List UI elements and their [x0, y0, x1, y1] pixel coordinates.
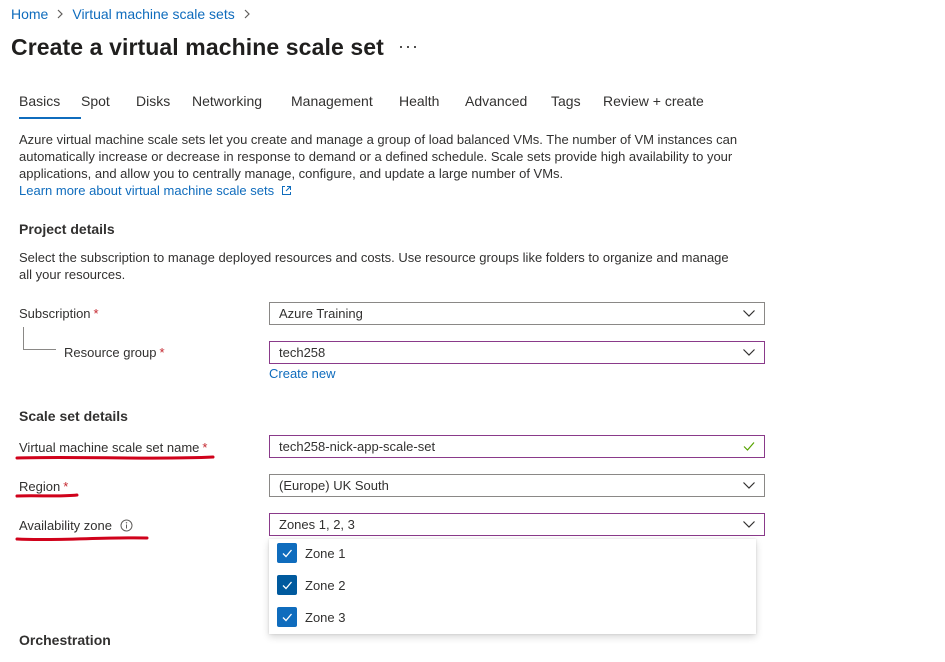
availability-zone-label: Availability zone — [19, 518, 133, 533]
annotation-underline — [15, 536, 149, 542]
project-details-heading: Project details — [19, 221, 115, 237]
region-dropdown[interactable]: (Europe) UK South — [269, 474, 765, 497]
breadcrumb-scale-sets[interactable]: Virtual machine scale sets — [72, 6, 234, 22]
subscription-dropdown[interactable]: Azure Training — [269, 302, 765, 325]
project-details-text: Select the subscription to manage deploy… — [19, 250, 729, 282]
breadcrumb-home[interactable]: Home — [11, 6, 48, 22]
scale-set-name-value: tech258-nick-app-scale-set — [279, 439, 436, 454]
resource-group-dropdown[interactable]: tech258 — [269, 341, 765, 364]
checkbox-checked-icon[interactable] — [277, 543, 297, 563]
tab-networking[interactable]: Networking — [192, 93, 291, 119]
annotation-underline — [15, 455, 215, 460]
zone-option-label: Zone 3 — [305, 609, 346, 625]
tab-advanced[interactable]: Advanced — [465, 93, 551, 119]
more-options-button[interactable]: ··· — [398, 36, 419, 57]
tab-management[interactable]: Management — [291, 93, 399, 119]
zone-option[interactable]: Zone 1 — [277, 542, 345, 564]
tab-tags[interactable]: Tags — [551, 93, 603, 119]
subscription-value: Azure Training — [279, 306, 363, 321]
breadcrumb-separator — [56, 6, 64, 22]
availability-zone-options: Zone 1 Zone 2 Zone 3 — [269, 539, 756, 634]
checkmark-icon — [743, 442, 755, 451]
breadcrumb: Home Virtual machine scale sets — [11, 6, 259, 22]
info-icon[interactable] — [120, 519, 133, 532]
resource-group-label: Resource group * — [64, 345, 165, 360]
scale-set-details-heading: Scale set details — [19, 408, 128, 424]
external-link-icon — [281, 186, 291, 195]
tab-basics[interactable]: Basics — [19, 93, 81, 119]
page-title: Create a virtual machine scale set — [11, 34, 384, 60]
tab-disks[interactable]: Disks — [136, 93, 192, 119]
zone-option[interactable]: Zone 3 — [277, 606, 345, 628]
orchestration-heading: Orchestration — [19, 632, 111, 648]
zone-option-label: Zone 2 — [305, 577, 346, 593]
scale-set-name-input[interactable]: tech258-nick-app-scale-set — [269, 435, 765, 458]
breadcrumb-separator — [243, 6, 251, 22]
chevron-down-icon — [743, 310, 755, 317]
tab-spot[interactable]: Spot — [81, 93, 136, 119]
chevron-down-icon — [743, 521, 755, 528]
checkbox-checked-icon[interactable] — [277, 607, 297, 627]
zone-option[interactable]: Zone 2 — [277, 574, 345, 596]
subscription-label: Subscription * — [19, 306, 99, 321]
required-mark: * — [93, 306, 99, 321]
learn-more-link[interactable]: Learn more about virtual machine scale s… — [19, 183, 292, 198]
checkbox-checked-icon[interactable] — [277, 575, 297, 595]
required-mark: * — [159, 345, 165, 360]
availability-zone-dropdown[interactable]: Zones 1, 2, 3 — [269, 513, 765, 536]
zone-option-label: Zone 1 — [305, 545, 346, 561]
region-value: (Europe) UK South — [279, 478, 389, 493]
resource-group-value: tech258 — [279, 345, 326, 360]
tree-connector — [23, 327, 56, 350]
availability-zone-value: Zones 1, 2, 3 — [279, 517, 355, 532]
tab-bar: Basics Spot Disks Networking Management … — [19, 93, 713, 119]
intro-description: Azure virtual machine scale sets let you… — [19, 131, 739, 199]
create-new-link[interactable]: Create new — [269, 366, 335, 381]
chevron-down-icon — [743, 349, 755, 356]
intro-text: Azure virtual machine scale sets let you… — [19, 132, 738, 181]
chevron-down-icon — [743, 482, 755, 489]
tab-review-create[interactable]: Review + create — [603, 93, 713, 119]
annotation-underline — [15, 493, 79, 498]
tab-health[interactable]: Health — [399, 93, 465, 119]
